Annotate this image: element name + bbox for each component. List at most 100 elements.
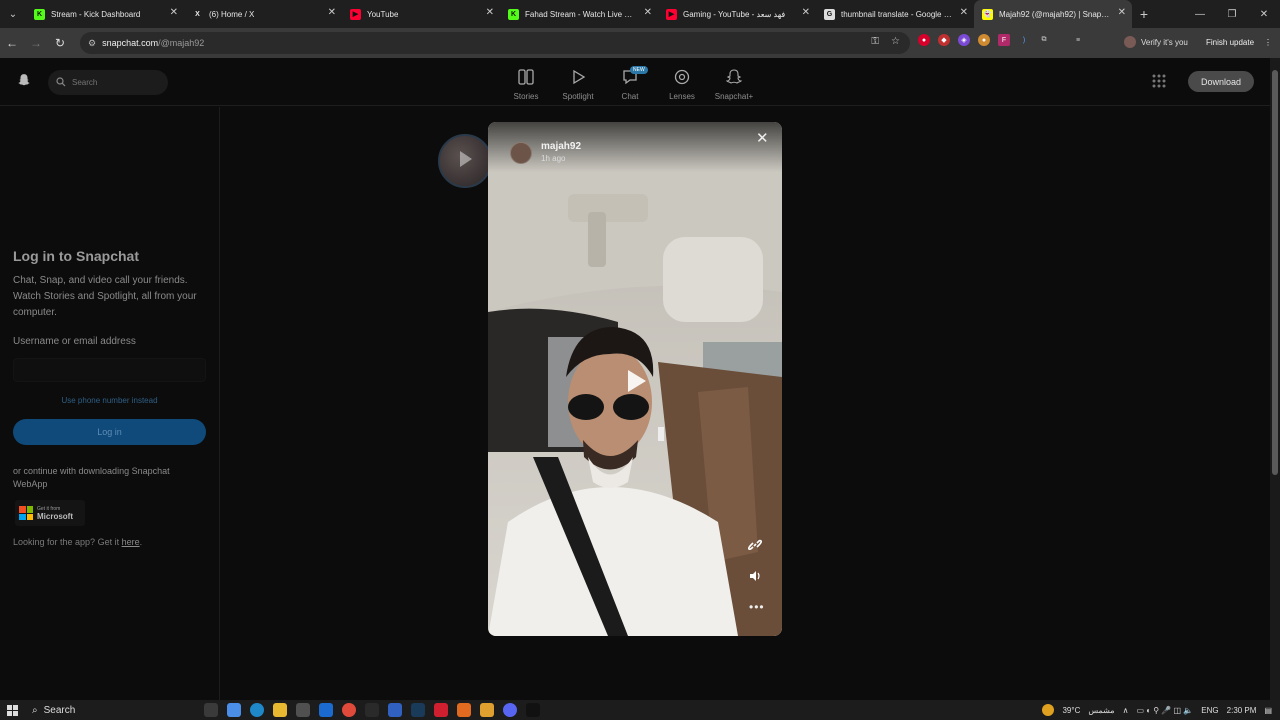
tab-title: (6) Home / X xyxy=(209,9,255,19)
tab-title: Fahad Stream - Watch Live on K xyxy=(525,9,636,19)
tab-close-icon[interactable]: ✕ xyxy=(1118,8,1126,18)
nav-label: Spotlight xyxy=(562,92,594,101)
minimize-icon[interactable]: — xyxy=(1184,0,1216,28)
copilot-icon[interactable] xyxy=(227,703,241,717)
play-icon[interactable] xyxy=(628,370,646,392)
extension-orange-icon[interactable]: ● xyxy=(978,34,990,46)
windows-start-icon[interactable] xyxy=(0,700,24,720)
taskbar-search-label: Search xyxy=(43,704,76,716)
nav-chat[interactable]: NEW Chat xyxy=(604,66,656,101)
tab-search-chevron-icon[interactable]: ⌄ xyxy=(0,0,26,28)
tab-close-icon[interactable]: ✕ xyxy=(644,8,652,18)
link-icon[interactable] xyxy=(747,538,763,552)
extensions-puzzle-icon[interactable]: ⧉ xyxy=(1038,34,1050,46)
username-field[interactable] xyxy=(13,358,206,382)
browser-tab[interactable]: K Stream - Kick Dashboard ✕ xyxy=(26,0,184,28)
restore-icon[interactable]: ❐ xyxy=(1216,0,1248,28)
reload-icon[interactable]: ↻ xyxy=(48,28,72,58)
site-info-icon[interactable]: ⚙ xyxy=(88,38,96,49)
story-username[interactable]: majah92 xyxy=(541,141,581,152)
youtube-icon: ▶ xyxy=(350,8,361,20)
search-input[interactable] xyxy=(72,78,152,87)
finish-update-button[interactable]: Finish update ⋮ xyxy=(1206,33,1272,51)
close-icon[interactable]: ✕ xyxy=(756,131,769,146)
notification-icon[interactable]: ▤ xyxy=(1264,706,1272,715)
steam-icon[interactable] xyxy=(411,703,425,717)
login-description: Chat, Snap, and video call your friends.… xyxy=(13,275,197,318)
login-button[interactable]: Log in xyxy=(13,419,206,445)
new-tab-button[interactable]: + xyxy=(1132,0,1156,28)
scrollbar-thumb[interactable] xyxy=(1272,70,1278,475)
page-scrollbar[interactable] xyxy=(1270,58,1280,700)
password-key-icon[interactable]: ⚿ xyxy=(871,36,879,47)
tab-close-icon[interactable]: ✕ xyxy=(170,8,178,18)
tab-close-icon[interactable]: ✕ xyxy=(486,8,494,18)
search-bar[interactable] xyxy=(48,70,168,95)
nav-snapchat[interactable]: Snapchat+ xyxy=(708,68,760,101)
microsoft-store-badge[interactable]: Get it from Microsoft xyxy=(15,500,85,526)
tab-title: Majah92 (@majah92) | Snapcha xyxy=(999,9,1110,19)
screen: ⌄ K Stream - Kick Dashboard ✕ X (6) Home / X… xyxy=(0,0,1280,720)
profile-verify-chip[interactable]: Verify it's you xyxy=(1124,33,1188,51)
language-indicator[interactable]: ENG xyxy=(1201,706,1218,715)
extension-shield-icon[interactable]: ◈ xyxy=(958,34,970,46)
previous-story-thumbnail[interactable] xyxy=(438,134,492,188)
outlook-icon[interactable] xyxy=(319,703,333,717)
verify-label: Verify it's you xyxy=(1141,37,1188,47)
bookmark-star-icon[interactable]: ☆ xyxy=(891,36,900,47)
weather-sun-icon[interactable] xyxy=(1042,704,1055,716)
browser-menu-icon[interactable]: ⋮ xyxy=(1264,38,1272,47)
nav-lenses[interactable]: Lenses xyxy=(656,68,708,101)
orange-app-icon[interactable] xyxy=(457,703,471,717)
yellow-app-icon[interactable] xyxy=(480,703,494,717)
clock[interactable]: 2:30 PM xyxy=(1227,706,1257,715)
taskbar-search[interactable]: ⌕ Search xyxy=(24,700,184,720)
snapchat-ghost-icon[interactable] xyxy=(17,73,31,87)
taskbar-app-icon[interactable] xyxy=(388,703,402,717)
download-button[interactable]: Download xyxy=(1188,71,1254,92)
ms-badge-big: Microsoft xyxy=(37,512,73,521)
get-app-prefix: Looking for the app? Get it xyxy=(13,537,122,547)
store-icon[interactable] xyxy=(296,703,310,717)
discord-icon[interactable] xyxy=(503,703,517,717)
browser-tab[interactable]: X (6) Home / X ✕ xyxy=(184,0,342,28)
chrome-icon[interactable] xyxy=(342,703,356,717)
tiktok-icon[interactable] xyxy=(526,703,540,717)
obs-icon[interactable] xyxy=(365,703,379,717)
tab-close-icon[interactable]: ✕ xyxy=(960,8,968,18)
story-viewer[interactable]: majah92 1h ago ✕ ••• xyxy=(488,122,782,636)
story-top-gradient xyxy=(488,122,782,172)
back-icon[interactable]: ← xyxy=(0,28,24,58)
red-app-icon[interactable] xyxy=(434,703,448,717)
tab-close-icon[interactable]: ✕ xyxy=(328,8,336,18)
nav-spotlight[interactable]: Spotlight xyxy=(552,68,604,101)
edge-icon[interactable] xyxy=(250,703,264,717)
tab-close-icon[interactable]: ✕ xyxy=(802,8,810,18)
volume-icon[interactable] xyxy=(748,569,762,583)
task-view-icon[interactable] xyxy=(204,703,218,717)
extension-badge-icon[interactable]: ◆ xyxy=(938,34,950,46)
browser-tab[interactable]: K Fahad Stream - Watch Live on K ✕ xyxy=(500,0,658,28)
more-options-icon[interactable]: ••• xyxy=(749,600,765,614)
tray-icons[interactable]: ▭ ◐ ⚲ 🎤 ◫ 🔈 xyxy=(1136,706,1193,715)
forward-icon[interactable]: → xyxy=(24,28,48,58)
nav-stories[interactable]: Stories xyxy=(500,68,552,101)
close-window-icon[interactable]: ✕ xyxy=(1248,0,1280,28)
browser-tab[interactable]: Gthumbnail translate - Google Se ✕ xyxy=(816,0,974,28)
browser-tab[interactable]: 👻 Majah92 (@majah92) | Snapcha ✕ xyxy=(974,0,1132,28)
browser-tab[interactable]: ▶ Gaming - YouTube - فهد سعد ✕ xyxy=(658,0,816,28)
get-app-link[interactable]: here xyxy=(122,537,140,547)
media-controls-icon[interactable]: ≡ xyxy=(1072,34,1084,46)
story-avatar[interactable] xyxy=(510,142,532,164)
file-explorer-icon[interactable] xyxy=(273,703,287,717)
top-nav: Stories Spotlight NEW Chat Lenses Snapchat+ xyxy=(500,66,760,101)
extension-wave-icon[interactable]: ) xyxy=(1018,34,1030,46)
tray-chevron-icon[interactable]: ∧ xyxy=(1123,706,1129,715)
address-bar[interactable]: ⚙ snapchat.com/@majah92 ⚿ ☆ xyxy=(80,32,910,54)
use-phone-link[interactable]: Use phone number instead xyxy=(13,396,206,405)
extension-f-icon[interactable]: F xyxy=(998,34,1010,46)
apps-grid-icon[interactable] xyxy=(1150,72,1168,90)
extension-red-icon[interactable]: ● xyxy=(918,34,930,46)
url-path: /@majah92 xyxy=(158,38,205,48)
browser-tab[interactable]: ▶ YouTube ✕ xyxy=(342,0,500,28)
